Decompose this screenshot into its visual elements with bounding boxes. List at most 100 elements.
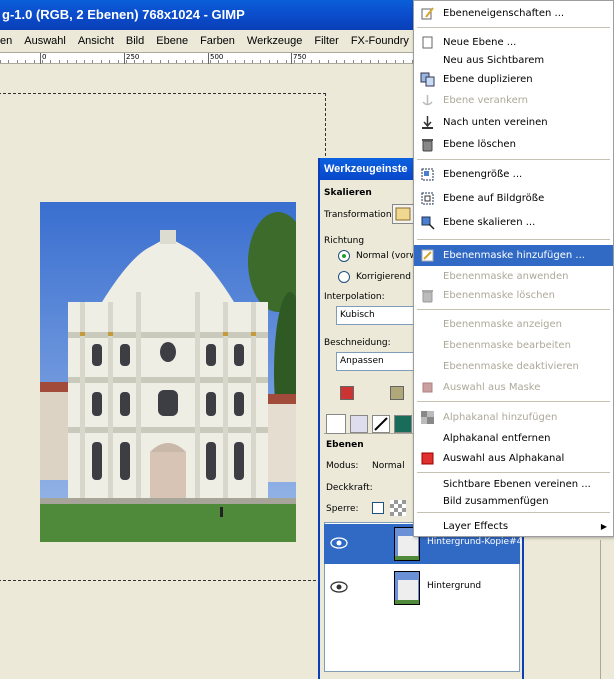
direction-normal-radio[interactable] <box>338 250 350 262</box>
ruler-minor-tick <box>176 60 178 63</box>
layer-context-menu: Ebeneneigenschaften ... Neue Ebene ... N… <box>413 0 614 537</box>
ruler-minor-tick <box>268 60 270 63</box>
direction-corrective-label: Korrigierend (r <box>356 272 421 282</box>
layer-thumbnail <box>394 571 420 605</box>
menu-item-neu-aus-sichtbarem[interactable]: Neu aus Sichtbarem <box>414 50 613 71</box>
menu-item-ebene-auf-bildgroesse[interactable]: Ebene auf Bildgröße <box>414 188 613 209</box>
menu-item-ebene-loeschen[interactable]: Ebene löschen <box>414 134 613 155</box>
menu-bild[interactable]: Bild <box>120 35 150 47</box>
ruler-minor-tick <box>134 60 136 63</box>
menu-item-ebenenmaske-anwenden[interactable]: Ebenenmaske anwenden <box>414 266 613 287</box>
ruler-minor-tick <box>327 60 329 63</box>
submenu-arrow-icon: ▶ <box>600 522 607 531</box>
ruler-minor-tick <box>361 60 363 63</box>
scale-layer-icon <box>421 216 435 230</box>
menu-item-ebenengroesse[interactable]: Ebenengröße ... <box>414 164 613 185</box>
new-layer-icon <box>422 36 433 49</box>
ruler-minor-tick <box>243 60 245 63</box>
ruler-minor-tick <box>403 60 405 63</box>
layer-name[interactable]: Hintergrund <box>427 581 481 591</box>
menu-werkzeuge[interactable]: Werkzeuge <box>241 35 308 47</box>
menu-filter[interactable]: Filter <box>308 35 344 47</box>
layer-name[interactable]: Hintergrund-Kopie#4 <box>427 537 522 547</box>
menu-farben[interactable]: Farben <box>194 35 241 47</box>
ruler-minor-tick <box>100 60 102 63</box>
lock-alpha-icon[interactable] <box>390 500 406 516</box>
ruler-minor-tick <box>294 60 295 63</box>
ruler-minor-tick <box>277 60 279 63</box>
menu-item-auswahl-aus-maske[interactable]: Auswahl aus Maske <box>414 377 613 398</box>
window-title: g-1.0 (RGB, 2 Ebenen) 768x1024 - GIMP <box>2 7 245 22</box>
ruler-minor-tick <box>310 60 312 63</box>
merge-down-icon <box>422 116 433 129</box>
menu-item-ebene-duplizieren[interactable]: Ebene duplizieren <box>414 69 613 90</box>
layer-properties-icon <box>421 7 434 20</box>
ruler-minor-tick <box>252 60 253 63</box>
ruler-minor-tick <box>117 60 119 63</box>
church-photo[interactable] <box>40 202 296 542</box>
menu-separator <box>417 472 610 473</box>
ruler-minor-tick <box>75 60 77 63</box>
menu-item-ebene-skalieren[interactable]: Ebene skalieren ... <box>414 212 613 233</box>
ruler-minor-tick <box>226 60 228 63</box>
layer-to-image-size-icon <box>421 192 434 205</box>
menu-item-ebenenmaske-bearbeiten[interactable]: Ebenenmaske bearbeiten <box>414 335 613 356</box>
ruler-minor-tick <box>218 60 220 63</box>
menu-item-ebenenmaske-deaktivieren[interactable]: Ebenenmaske deaktivieren <box>414 356 613 377</box>
ruler-minor-tick <box>67 60 69 63</box>
visibility-eye-icon[interactable] <box>330 580 348 594</box>
menu-fx-foundry[interactable]: FX-Foundry <box>345 35 415 47</box>
ruler-minor-tick <box>25 60 27 63</box>
menu-item-ebenenmaske-loeschen[interactable]: Ebenenmaske löschen <box>414 285 613 306</box>
layer-boundary-icon <box>421 168 434 181</box>
menu-item-ebenenmaske-anzeigen[interactable]: Ebenenmaske anzeigen <box>414 314 613 335</box>
ruler-minor-tick <box>142 60 144 63</box>
opacity-label: Deckkraft: <box>326 483 373 493</box>
menu-item-nach-unten-vereinen[interactable]: Nach unten vereinen <box>414 112 613 133</box>
menu-item-ebeneneigenschaften[interactable]: Ebeneneigenschaften ... <box>414 3 613 24</box>
tab-paths-icon[interactable] <box>372 415 390 433</box>
ruler-minor-tick <box>319 60 321 63</box>
ruler-minor-tick <box>302 60 304 63</box>
menu-separator <box>417 239 610 240</box>
menu-item-alphakanal-hinzufuegen[interactable]: Alphakanal hinzufügen <box>414 407 613 428</box>
lock-pixels-checkbox[interactable] <box>372 502 384 514</box>
menu-item-bild-zusammenfuegen[interactable]: Bild zusammenfügen <box>414 491 613 512</box>
tool-name: Skalieren <box>324 188 372 198</box>
layer-row-hintergrund[interactable]: Hintergrund <box>324 568 520 608</box>
menu-ansicht[interactable]: Ansicht <box>72 35 120 47</box>
menu-item-layer-effects[interactable]: Layer Effects ▶ <box>414 516 613 537</box>
menu-item-ebenenmaske-hinzufuegen[interactable]: Ebenenmaske hinzufügen ... <box>414 245 613 266</box>
tab-colormap-icon[interactable] <box>394 415 412 433</box>
menu-edit[interactable]: en <box>0 35 18 47</box>
restore-options-icon[interactable] <box>390 386 404 400</box>
transformation-mode-button[interactable] <box>392 204 414 224</box>
ruler-minor-tick <box>84 60 85 63</box>
ruler-minor-tick <box>16 60 18 63</box>
transformation-label: Transformation: <box>324 210 395 220</box>
save-options-icon[interactable] <box>340 386 354 400</box>
add-mask-icon <box>421 249 434 262</box>
ruler-minor-tick <box>109 60 111 63</box>
visibility-eye-icon[interactable] <box>330 536 348 550</box>
direction-corrective-radio[interactable] <box>338 271 350 283</box>
menu-item-alphakanal-entfernen[interactable]: Alphakanal entfernen <box>414 428 613 449</box>
tab-channels-icon[interactable] <box>350 415 368 433</box>
menu-item-ebene-verankern[interactable]: Ebene verankern <box>414 90 613 111</box>
ruler-minor-tick <box>378 60 379 63</box>
ruler-minor-tick <box>33 60 35 63</box>
ruler-minor-tick <box>369 60 371 63</box>
mode-value[interactable]: Normal <box>372 461 405 471</box>
tab-layers-icon[interactable] <box>326 414 346 434</box>
menu-separator <box>417 27 610 28</box>
menu-ebene[interactable]: Ebene <box>150 35 194 47</box>
alpha-icon <box>421 411 434 424</box>
ruler-minor-tick <box>126 60 127 63</box>
anchor-icon <box>422 95 433 106</box>
ruler-minor-tick <box>58 60 60 63</box>
menu-item-auswahl-aus-alphakanal[interactable]: Auswahl aus Alphakanal <box>414 448 613 469</box>
menu-auswahl[interactable]: Auswahl <box>18 35 72 47</box>
ruler-minor-tick <box>92 60 94 63</box>
clipping-label: Beschneidung: <box>324 338 391 348</box>
ruler-minor-tick <box>168 60 169 63</box>
